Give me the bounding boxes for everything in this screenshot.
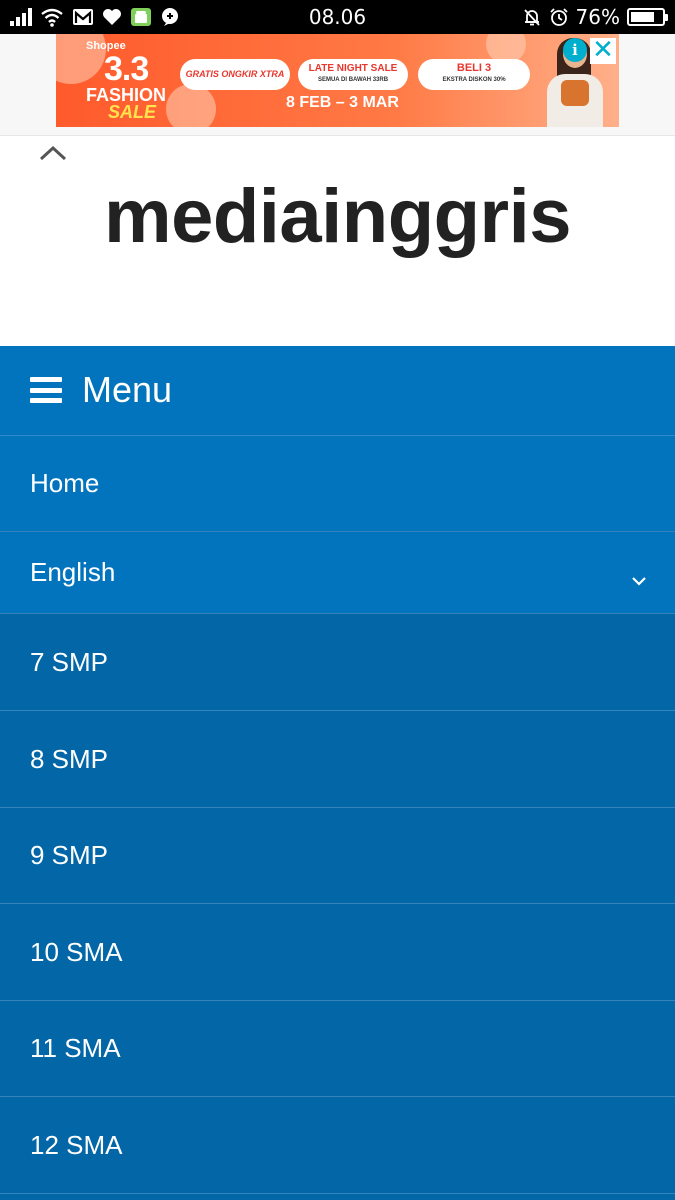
submenu-item-label: 8 SMP	[30, 743, 109, 774]
submenu-item-label: 10 SMA	[30, 936, 123, 967]
menu-item-home[interactable]: Home	[0, 436, 675, 532]
menu-item-label: English	[30, 557, 116, 587]
ad-decoration	[166, 84, 216, 127]
menu-item-english[interactable]: English	[0, 532, 675, 614]
menu-label[interactable]: Menu	[82, 367, 172, 413]
submenu-item-label: 7 SMP	[30, 646, 109, 677]
submenu-item-8-smp[interactable]: 8 SMP	[0, 711, 675, 808]
submenu-item-11-sma[interactable]: 11 SMA	[0, 1001, 675, 1097]
site-title[interactable]: mediainggris	[0, 172, 675, 262]
ad-container: Shopee 3.3 FASHION SALE GRATIS ONGKIR XT…	[0, 34, 675, 136]
ad-info-icon[interactable]: i	[563, 38, 587, 62]
chevron-down-icon[interactable]	[631, 565, 647, 586]
ad-headline: 3.3	[104, 50, 149, 88]
submenu-item-12-sma[interactable]: 12 SMA	[0, 1097, 675, 1194]
mute-bell-icon	[522, 7, 542, 27]
status-right-icons: 76%	[522, 5, 668, 29]
hamburger-icon[interactable]	[30, 377, 62, 403]
submenu-item-label: 9 SMP	[30, 840, 109, 870]
submenu-item-label: 11 SMA	[30, 1033, 121, 1063]
battery-icon	[627, 8, 668, 26]
ad-sale-text: SALE	[108, 102, 157, 122]
ad-close-icon[interactable]: ✕	[590, 37, 616, 64]
submenu-item-7-smp[interactable]: 7 SMP	[0, 614, 675, 711]
ad-pill-title: GRATIS ONGKIR XTRA	[185, 69, 285, 79]
ad-banner[interactable]: Shopee 3.3 FASHION SALE GRATIS ONGKIR XT…	[56, 34, 619, 127]
submenu-item-10-sma[interactable]: 10 SMA	[0, 904, 675, 1001]
battery-level	[631, 12, 654, 22]
ad-pill-subtitle: EKSTRA DISKON 30%	[442, 77, 506, 83]
menu-item-label: Home	[30, 468, 100, 498]
ad-pill: LATE NIGHT SALE SEMUA DI BAWAH 33RB	[298, 59, 408, 90]
battery-percent: 76%	[575, 5, 620, 29]
submenu-item-9-smp[interactable]: 9 SMP	[0, 808, 675, 904]
ad-pill-title: LATE NIGHT SALE	[308, 63, 398, 74]
ad-pill: GRATIS ONGKIR XTRA	[180, 59, 290, 90]
status-bar: 08.06 76%	[0, 0, 675, 34]
alarm-icon	[549, 7, 569, 27]
ad-pill-title: BELI 3	[456, 62, 492, 74]
chevron-up-icon[interactable]	[38, 143, 68, 167]
submenu-item-partial[interactable]	[0, 1194, 675, 1200]
ad-pill: BELI 3 EKSTRA DISKON 30%	[418, 59, 530, 90]
ad-pill-subtitle: SEMUA DI BAWAH 33RB	[317, 77, 389, 83]
submenu-item-label: 12 SMA	[30, 1129, 123, 1160]
ad-date-range: 8 FEB – 3 MAR	[286, 94, 399, 111]
